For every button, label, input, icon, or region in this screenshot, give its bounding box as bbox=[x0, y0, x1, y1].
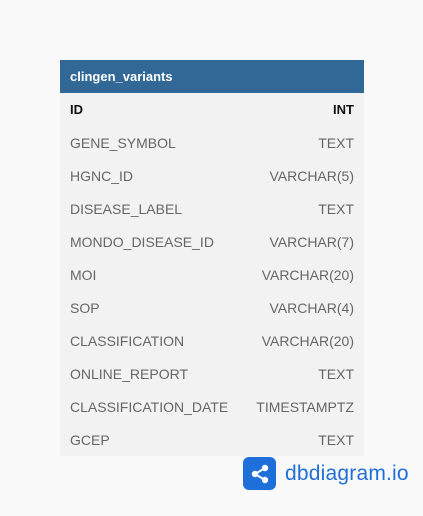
field-row-disease-label[interactable]: DISEASE_LABEL TEXT bbox=[60, 192, 364, 225]
field-name: SOP bbox=[70, 299, 100, 316]
field-type: TEXT bbox=[318, 134, 354, 151]
field-row-hgnc-id[interactable]: HGNC_ID VARCHAR(5) bbox=[60, 159, 364, 192]
field-type: VARCHAR(7) bbox=[269, 233, 354, 250]
dbdiagram-brand[interactable]: dbdiagram.io bbox=[243, 457, 409, 490]
field-type: INT bbox=[333, 102, 354, 117]
field-row-id[interactable]: ID INT bbox=[60, 93, 364, 126]
field-name: HGNC_ID bbox=[70, 167, 134, 184]
field-name: GENE_SYMBOL bbox=[70, 134, 176, 151]
field-type: TEXT bbox=[318, 365, 354, 382]
field-row-mondo-disease-id[interactable]: MONDO_DISEASE_ID VARCHAR(7) bbox=[60, 225, 364, 258]
field-row-sop[interactable]: SOP VARCHAR(4) bbox=[60, 291, 364, 324]
table-card[interactable]: clingen_variants ID INT GENE_SYMBOL TEXT… bbox=[60, 60, 364, 456]
field-name: ONLINE_REPORT bbox=[70, 365, 188, 382]
field-type: TIMESTAMPTZ bbox=[256, 398, 354, 415]
field-type: TEXT bbox=[318, 431, 354, 448]
field-name: MOI bbox=[70, 266, 97, 283]
field-name: CLASSIFICATION_DATE bbox=[70, 398, 229, 415]
field-name: GCEP bbox=[70, 431, 110, 448]
field-row-classification[interactable]: CLASSIFICATION VARCHAR(20) bbox=[60, 324, 364, 357]
field-row-gene-symbol[interactable]: GENE_SYMBOL TEXT bbox=[60, 126, 364, 159]
field-type: VARCHAR(5) bbox=[269, 167, 354, 184]
field-type: TEXT bbox=[318, 200, 354, 217]
table-header[interactable]: clingen_variants bbox=[60, 60, 364, 93]
brand-name: dbdiagram.io bbox=[285, 461, 409, 485]
field-type: VARCHAR(4) bbox=[269, 299, 354, 316]
field-name: CLASSIFICATION bbox=[70, 332, 185, 349]
field-row-online-report[interactable]: ONLINE_REPORT TEXT bbox=[60, 357, 364, 390]
field-type: VARCHAR(20) bbox=[261, 266, 354, 283]
share-nodes-icon bbox=[243, 457, 276, 490]
field-name: ID bbox=[70, 102, 83, 117]
field-type: VARCHAR(20) bbox=[261, 332, 354, 349]
field-name: MONDO_DISEASE_ID bbox=[70, 233, 214, 250]
field-row-moi[interactable]: MOI VARCHAR(20) bbox=[60, 258, 364, 291]
field-row-classification-date[interactable]: CLASSIFICATION_DATE TIMESTAMPTZ bbox=[60, 390, 364, 423]
field-row-gcep[interactable]: GCEP TEXT bbox=[60, 423, 364, 456]
field-name: DISEASE_LABEL bbox=[70, 200, 183, 217]
